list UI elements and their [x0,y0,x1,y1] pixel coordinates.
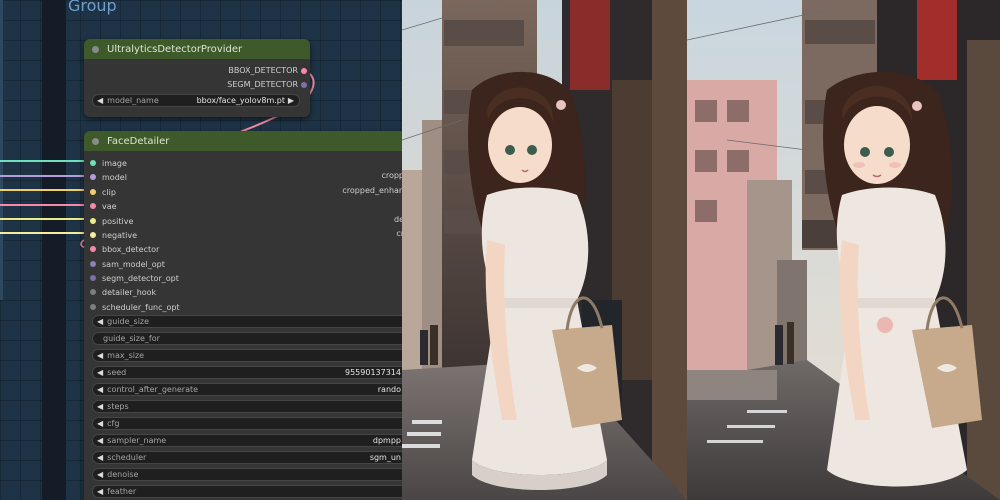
cfg-widget[interactable]: ◀ cfg [92,417,402,430]
socket-icon[interactable] [90,261,96,267]
socket-icon[interactable] [90,289,96,295]
output-detailer-label: de [394,215,402,224]
guide-size-for-widget[interactable]: guide_size_for [92,332,402,345]
input-clip[interactable]: clip [90,186,116,198]
chevron-left-icon[interactable]: ◀ [97,385,103,394]
socket-icon[interactable] [90,218,96,224]
socket-icon[interactable] [90,174,96,180]
output-cropped-enhanced-label: cropped_enhan [342,186,402,195]
collapse-dot-icon[interactable] [92,45,99,53]
node-header[interactable]: FaceDetailer [84,131,402,151]
socket-icon[interactable] [90,160,96,166]
widget-label: model_name [107,96,159,105]
max-size-widget[interactable]: ◀ max_size [92,349,402,362]
collapse-dot-icon[interactable] [92,137,99,145]
output-segm-detector-socket[interactable] [301,82,307,88]
sampler-name-widget[interactable]: ◀ sampler_name dpmpp [92,434,402,447]
chevron-left-icon[interactable]: ◀ [97,402,103,411]
seed-widget[interactable]: ◀ seed 95590137314 [92,366,402,379]
input-detailer-hook[interactable]: detailer_hook [90,286,156,298]
node-title: UltralyticsDetectorProvider [107,43,243,55]
node-canvas[interactable]: Group UltralyticsDetectorProvider BBOX_D… [0,0,402,500]
output-cropped-label: cropp [381,171,402,180]
guide-size-widget[interactable]: ◀ guide_size [92,315,402,328]
control-after-generate-widget[interactable]: ◀ control_after_generate rando [92,383,402,396]
socket-icon[interactable] [90,275,96,281]
input-segm-detector-opt[interactable]: segm_detector_opt [90,272,179,284]
scheduler-widget[interactable]: ◀ scheduler sgm_un [92,451,402,464]
input-vae[interactable]: vae [90,200,117,212]
detailed-image-preview [687,0,1000,500]
model-name-combo[interactable]: ◀ model_name bbox/face_yolov8m.pt ▶ [92,94,300,107]
chevron-left-icon[interactable]: ◀ [97,453,103,462]
input-sam-model-opt[interactable]: sam_model_opt [90,258,165,270]
input-negative[interactable]: negative [90,229,137,241]
output-bbox-detector-socket[interactable] [301,68,307,74]
chevron-left-icon[interactable]: ◀ [97,317,103,326]
chevron-left-icon[interactable]: ◀ [97,419,103,428]
chevron-left-icon[interactable]: ◀ [97,368,103,377]
chevron-left-icon[interactable]: ◀ [97,436,103,445]
chevron-left-icon[interactable]: ◀ [97,487,103,496]
socket-icon[interactable] [90,203,96,209]
widget-value: bbox/face_yolov8m.pt [196,96,285,105]
comfyui-screenshot: Group UltralyticsDetectorProvider BBOX_D… [0,0,1000,500]
street-scene-illustration [402,0,687,500]
input-scheduler-func-opt[interactable]: scheduler_func_opt [90,301,180,313]
steps-widget[interactable]: ◀ steps [92,400,402,413]
original-image-preview [402,0,687,500]
input-image[interactable]: image [90,157,127,169]
denoise-widget[interactable]: ◀ denoise [92,468,402,481]
node-header[interactable]: UltralyticsDetectorProvider [84,39,310,59]
input-bbox-detector[interactable]: bbox_detector [90,243,159,255]
socket-icon[interactable] [90,304,96,310]
chevron-left-icon[interactable]: ◀ [97,96,103,105]
street-scene-detailed-illustration [687,0,1000,500]
socket-icon[interactable] [90,232,96,238]
output-segm-detector-label: SEGM_DETECTOR [227,80,298,89]
socket-icon[interactable] [90,246,96,252]
ultralytics-detector-node[interactable]: UltralyticsDetectorProvider BBOX_DETECTO… [84,39,310,117]
chevron-left-icon[interactable]: ◀ [97,470,103,479]
chevron-right-icon[interactable]: ▶ [288,96,294,105]
node-title: FaceDetailer [107,135,170,147]
feather-widget[interactable]: ◀ feather [92,485,402,498]
face-detailer-node[interactable]: FaceDetailer image model clip vae positi… [84,131,402,500]
socket-icon[interactable] [90,189,96,195]
chevron-left-icon[interactable]: ◀ [97,351,103,360]
input-positive[interactable]: positive [90,215,133,227]
input-model[interactable]: model [90,171,127,183]
output-bbox-detector-label: BBOX_DETECTOR [228,66,298,75]
